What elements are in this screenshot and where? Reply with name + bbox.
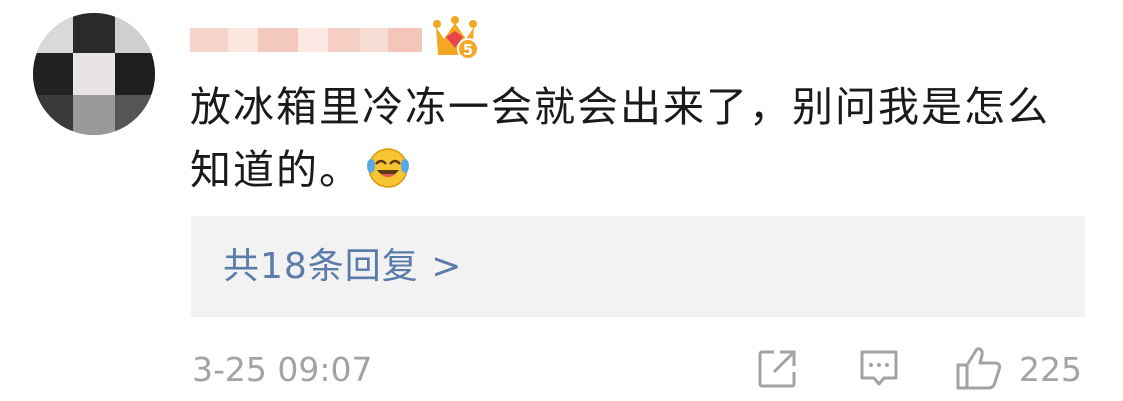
replies-panel[interactable]: 共18条回复 > [191,216,1085,317]
laughing-crying-emoji-icon [367,148,409,188]
svg-text:5: 5 [463,41,473,59]
user-avatar[interactable] [33,13,155,135]
like-count: 225 [1019,350,1082,389]
comment-text: 放冰箱里冷冻一会就会出来了，别问我是怎么知道的。 [190,76,1070,202]
comment-timestamp: 3-25 09:07 [192,350,373,389]
view-replies-link[interactable]: 共18条回复 > [223,245,462,289]
thumbs-up-icon[interactable] [955,345,1003,391]
share-icon[interactable] [756,348,798,390]
comment-icon[interactable] [858,348,900,390]
vip-crown-badge-icon: 5 [433,16,478,60]
username-pixelated[interactable] [190,22,422,58]
comment-body: 放冰箱里冷冻一会就会出来了，别问我是怎么知道的。 [190,83,1050,194]
